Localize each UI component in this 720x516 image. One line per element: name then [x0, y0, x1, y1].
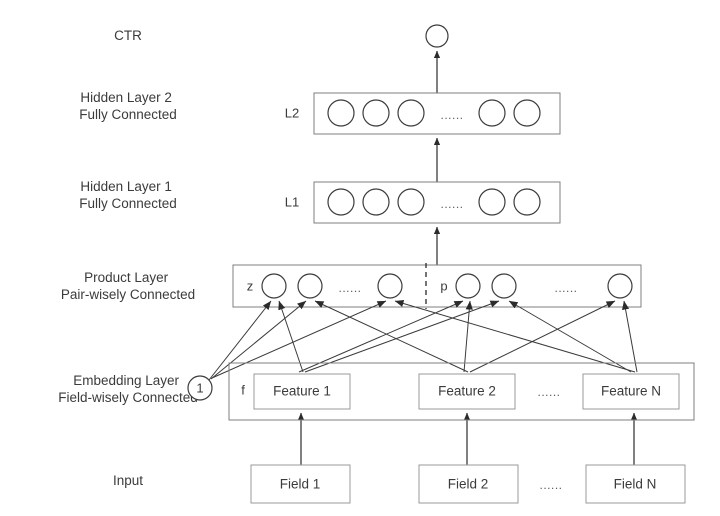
l1-label: L1: [285, 194, 299, 209]
product-z-ellipsis: ......: [338, 281, 361, 295]
stage-label-embedding-layer: Embedding Layer Field-wisely Connected: [58, 373, 198, 405]
l2-neuron-5: [513, 99, 541, 127]
ctr-output-neuron: [425, 24, 449, 48]
hidden-layer-2-group: L2 ......: [285, 92, 561, 135]
pairwise-connections: [208, 299, 638, 381]
embedding-layer-group: 1 f Feature 1 Feature 2 ...... Feature N: [187, 362, 695, 421]
product-p-label: p: [440, 278, 447, 293]
l2-neuron-3: [397, 99, 425, 127]
l1-neuron-4: [478, 188, 506, 216]
l1-neuron-3: [397, 188, 425, 216]
conn-feature1-to-p-node-1: [298, 300, 464, 373]
stage-labels-column: CTR Hidden Layer 2 Fully Connected Hidde…: [58, 28, 198, 488]
l2-label: L2: [285, 105, 299, 120]
field-label-n: Field N: [614, 477, 657, 492]
l1-neuron-5: [513, 188, 541, 216]
stage-label-product-layer: Product Layer Pair-wisely Connected: [61, 270, 195, 302]
feature-label-1: Feature 1: [273, 384, 331, 399]
z-node-1: [261, 273, 287, 299]
l2-ellipsis: ......: [440, 108, 463, 122]
product-layer-group: z ...... p ......: [232, 263, 642, 309]
field-label-1: Field 1: [280, 477, 321, 492]
conn-feature2-to-p-node-3: [469, 300, 616, 373]
output-node-group: [425, 24, 449, 48]
p-node-3: [607, 273, 633, 299]
conn-featuren-to-z-node-3: [394, 299, 636, 373]
l1-neuron-2: [362, 188, 390, 216]
p-node-1: [455, 273, 481, 299]
product-z-label: z: [247, 278, 254, 293]
z-node-2: [297, 273, 323, 299]
z-node-3: [377, 273, 403, 299]
feature-label-2: Feature 2: [438, 384, 496, 399]
l1-neuron-1: [327, 188, 355, 216]
diagram-canvas: CTR Hidden Layer 2 Fully Connected Hidde…: [58, 24, 695, 504]
input-layer-group: Field 1 Field 2 ...... Field N: [250, 464, 686, 504]
p-node-2: [491, 273, 517, 299]
feature-label-n: Feature N: [601, 384, 661, 399]
stage-label-hidden-layer-1: Hidden Layer 1 Fully Connected: [79, 179, 177, 211]
product-layer-container-box: [232, 264, 642, 308]
l2-neuron-2: [362, 99, 390, 127]
conn-featuren-to-p-node-3: [622, 300, 638, 373]
conn-constant-to-z-node-3: [211, 300, 387, 379]
l2-neuron-1: [327, 99, 355, 127]
l1-ellipsis: ......: [440, 197, 463, 211]
conn-feature1-to-p-node-2: [304, 300, 500, 373]
embedding-ellipsis: ......: [537, 385, 560, 399]
input-ellipsis: ......: [539, 478, 562, 492]
stage-label-ctr: CTR: [114, 28, 142, 43]
conn-featuren-to-p-node-2: [508, 300, 632, 373]
conn-constant-to-z-node-1: [208, 300, 272, 381]
hidden-layer-1-group: L1 ......: [285, 181, 561, 224]
conn-feature1-to-z-node-1: [278, 300, 304, 373]
stage-label-hidden-layer-2: Hidden Layer 2 Fully Connected: [79, 90, 177, 122]
l2-neuron-4: [478, 99, 506, 127]
conn-feature2-to-z-node-2: [314, 300, 469, 373]
constant-one-label: 1: [196, 380, 203, 395]
field-label-2: Field 2: [448, 477, 489, 492]
stage-label-input: Input: [113, 473, 143, 488]
pnn-architecture-diagram: CTR Hidden Layer 2 Fully Connected Hidde…: [0, 0, 720, 516]
embedding-f-label: f: [241, 382, 245, 397]
product-p-ellipsis: ......: [554, 281, 577, 295]
